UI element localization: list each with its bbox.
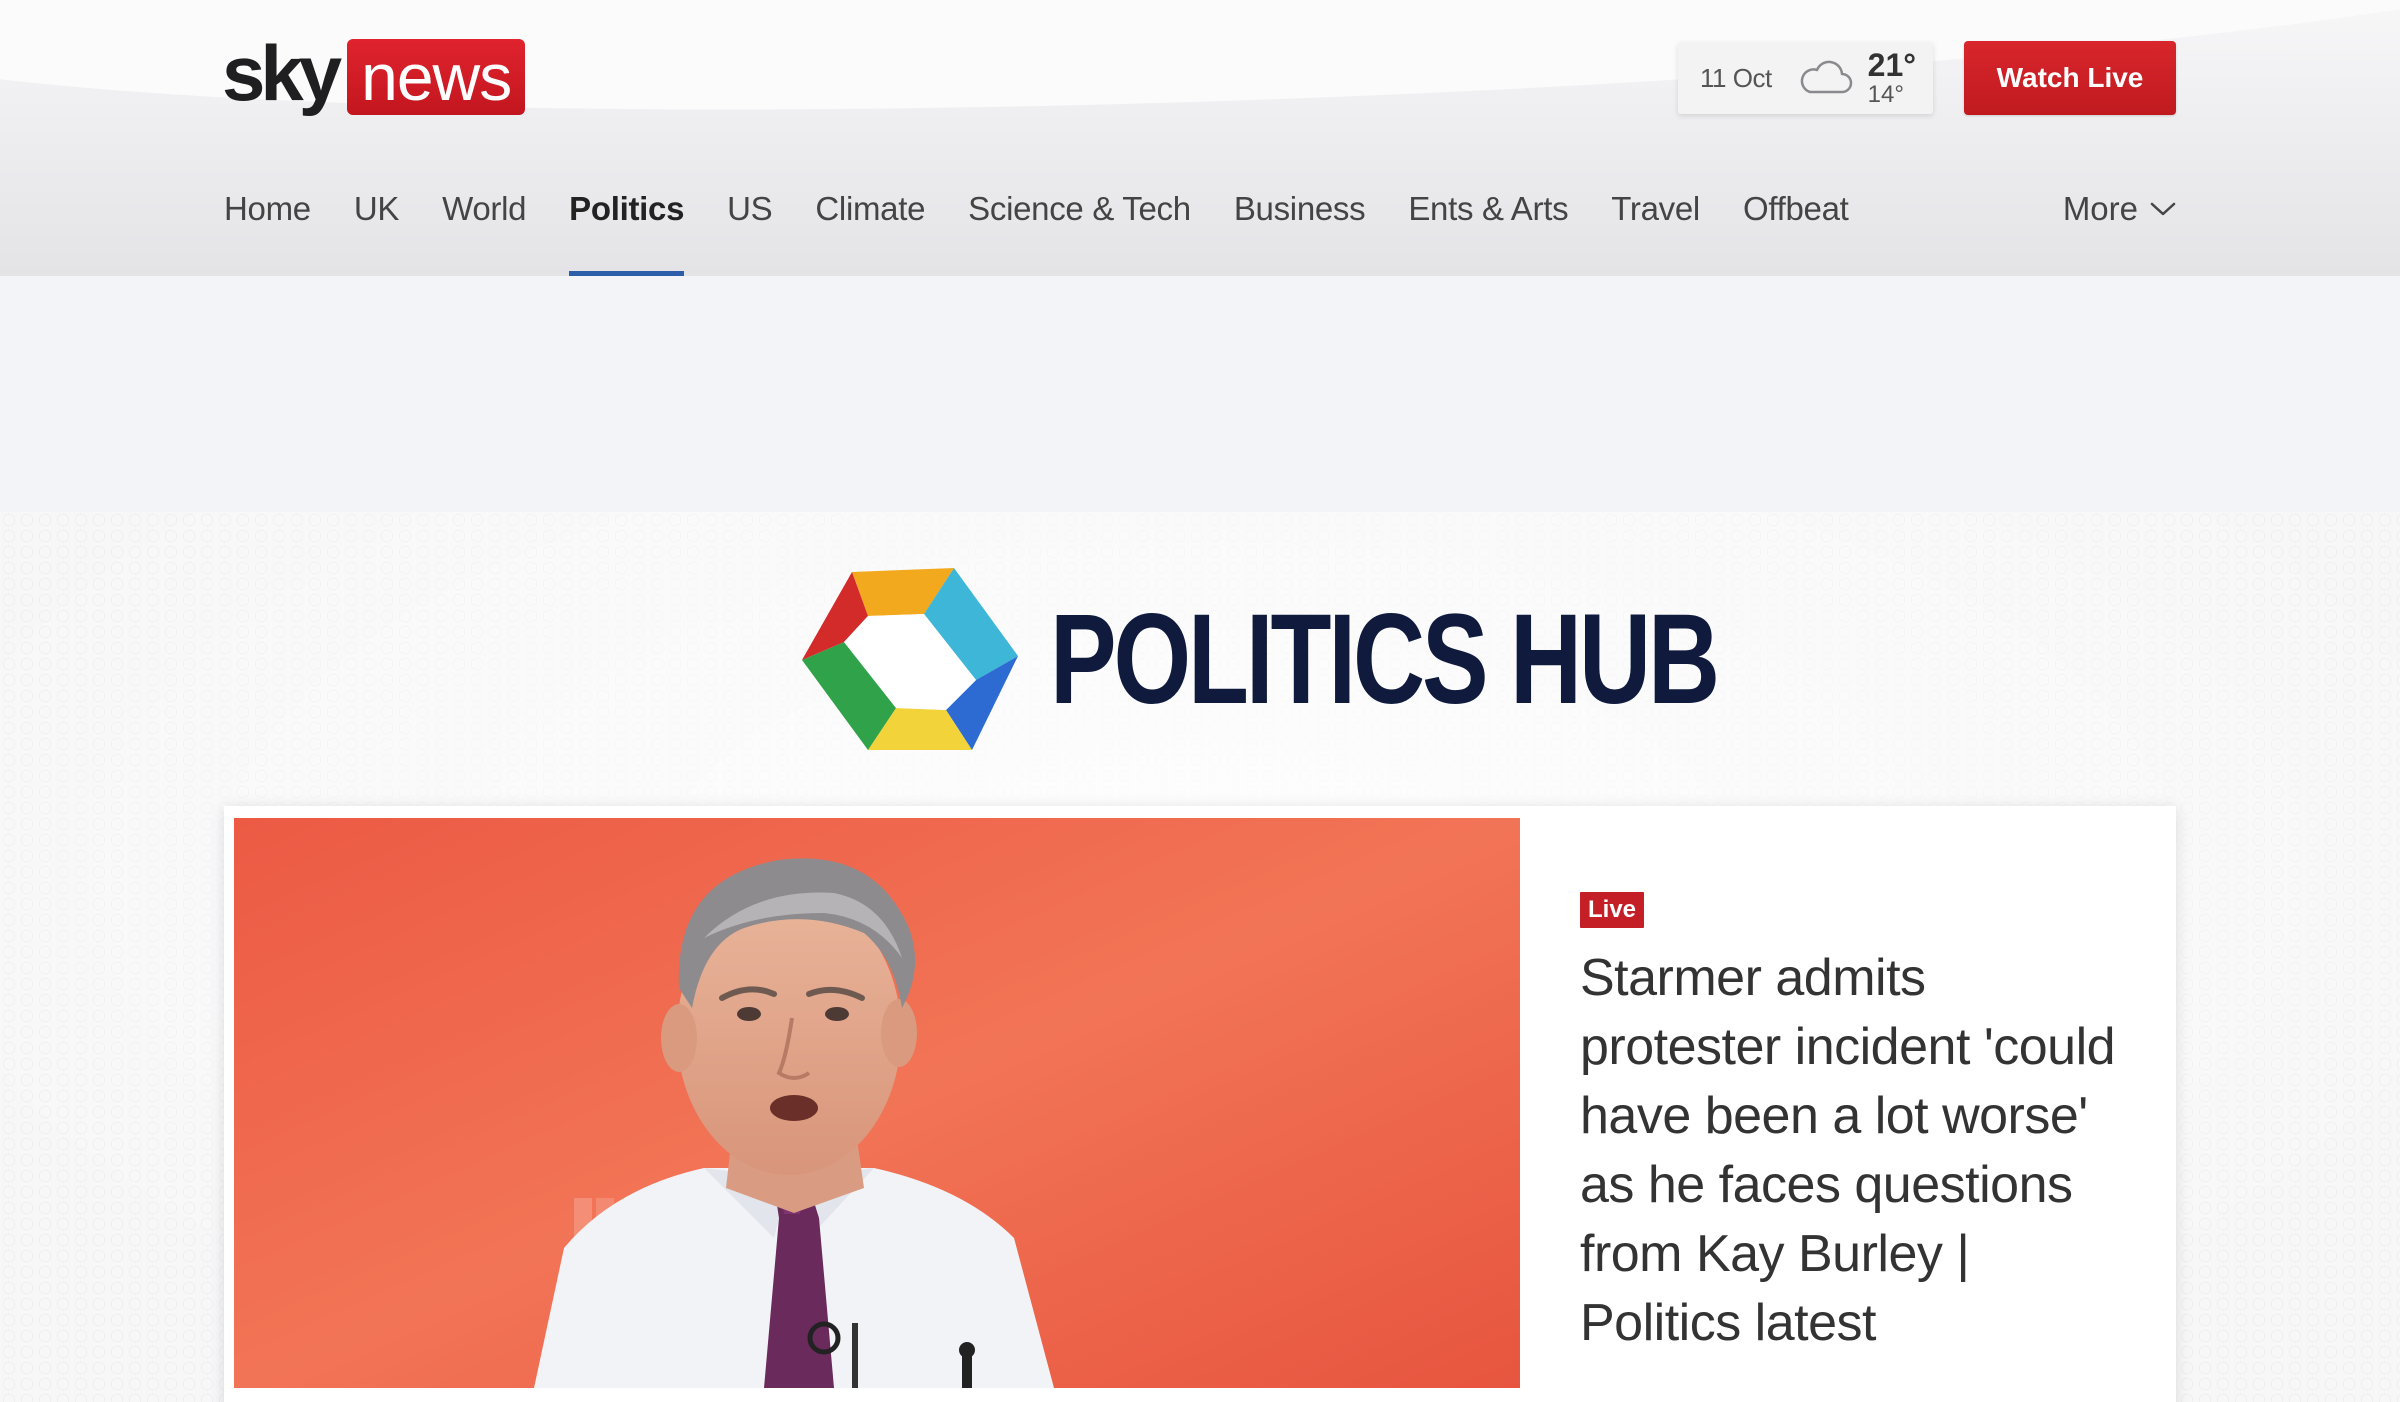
logo-sky-text: sky <box>222 29 342 117</box>
main-nav: Home UK World Politics US Climate Scienc… <box>224 190 2176 276</box>
weather-high: 21° <box>1867 47 1917 83</box>
ad-placeholder <box>0 276 2400 512</box>
nav-item-offbeat[interactable]: Offbeat <box>1743 190 1849 276</box>
lead-story-image[interactable] <box>234 818 1520 1388</box>
nav-item-home[interactable]: Home <box>224 190 311 276</box>
site-header: sky news 11 Oct 21° 14° Watch Live Home … <box>0 0 2400 276</box>
nav-item-climate[interactable]: Climate <box>815 190 925 276</box>
nav-item-us[interactable]: US <box>727 190 773 276</box>
live-badge: Live <box>1580 892 1645 928</box>
chevron-down-icon <box>2150 202 2176 216</box>
starmer-photo-icon <box>234 818 1520 1388</box>
logo-news-text: news <box>347 39 526 115</box>
nav-item-world[interactable]: World <box>442 190 526 276</box>
sky-news-logo[interactable]: sky news <box>222 34 526 116</box>
politics-hub-emblem-icon <box>802 568 1018 750</box>
weather-widget[interactable]: 11 Oct 21° 14° <box>1678 42 1933 114</box>
nav-item-ents-arts[interactable]: Ents & Arts <box>1408 190 1568 276</box>
politics-hub-logo: POLITICS HUB <box>796 560 1905 760</box>
lead-story-card[interactable]: Live Starmer admits protester incident '… <box>224 806 2176 1402</box>
nav-item-business[interactable]: Business <box>1234 190 1366 276</box>
weather-date: 11 Oct <box>1700 62 1772 93</box>
nav-item-travel[interactable]: Travel <box>1611 190 1700 276</box>
lead-story-headline[interactable]: Starmer admits protester incident 'could… <box>1580 944 2140 1358</box>
nav-more-label: More <box>2062 190 2138 227</box>
nav-item-uk[interactable]: UK <box>354 190 400 276</box>
nav-more-menu[interactable]: More <box>2063 190 2176 228</box>
weather-temperatures: 21° 14° <box>1868 49 1916 107</box>
lead-story-content: Live Starmer admits protester incident '… <box>1580 892 2140 1358</box>
watch-live-button[interactable]: Watch Live <box>1964 41 2176 115</box>
cloud-icon <box>1800 60 1852 94</box>
weather-low: 14° <box>1867 81 1904 108</box>
politics-hub-title: POLITICS HUB <box>1050 588 1720 731</box>
nav-item-science-tech[interactable]: Science & Tech <box>968 190 1191 276</box>
nav-item-politics[interactable]: Politics <box>569 190 684 276</box>
